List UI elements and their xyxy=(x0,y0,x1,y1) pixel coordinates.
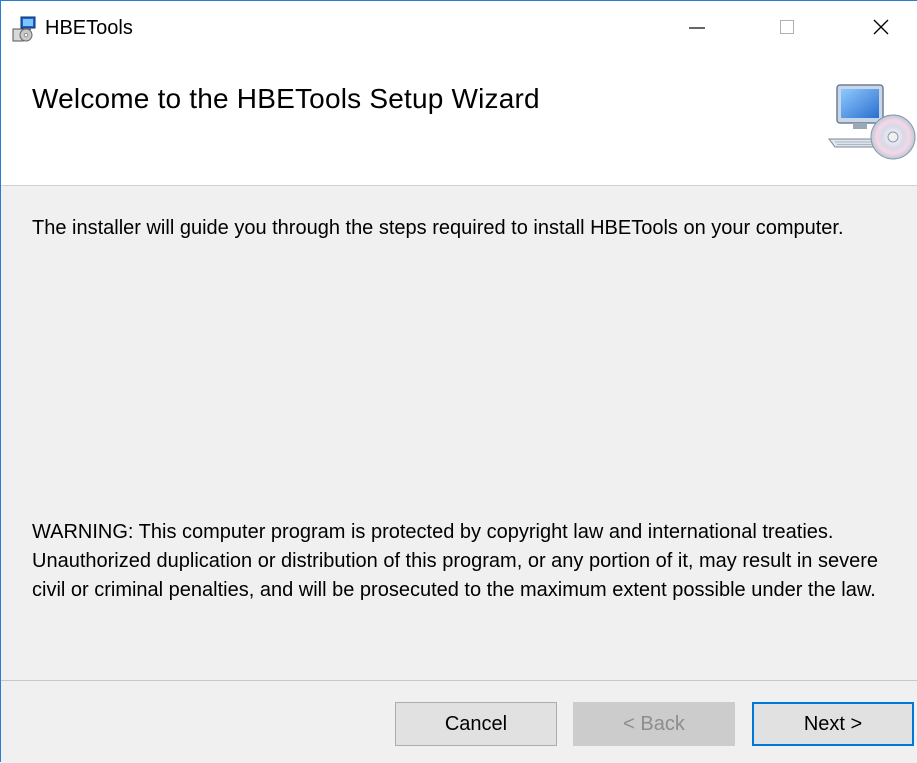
window-title: HBETools xyxy=(45,17,133,39)
setup-wizard-window: HBETools Welcome to the HBETools Setup W… xyxy=(0,0,917,763)
intro-text: The installer will guide you through the… xyxy=(32,217,844,239)
close-button[interactable] xyxy=(851,1,911,57)
maximize-icon xyxy=(777,17,797,42)
maximize-button[interactable] xyxy=(757,1,817,57)
wizard-header: Welcome to the HBETools Setup Wizard xyxy=(1,57,917,186)
back-button[interactable]: < Back xyxy=(573,702,735,746)
close-icon xyxy=(871,17,891,42)
installer-app-icon xyxy=(11,15,39,43)
page-title: Welcome to the HBETools Setup Wizard xyxy=(32,83,540,114)
title-bar[interactable]: HBETools xyxy=(1,1,917,57)
minimize-button[interactable] xyxy=(667,1,727,57)
copyright-warning-text: WARNING: This computer program is protec… xyxy=(32,521,878,601)
next-button[interactable]: Next > xyxy=(752,702,914,746)
wizard-content: The installer will guide you through the… xyxy=(1,186,917,680)
computer-cd-icon xyxy=(827,81,917,163)
wizard-footer: Cancel < Back Next > xyxy=(1,681,917,763)
minimize-icon xyxy=(687,17,707,42)
cancel-button[interactable]: Cancel xyxy=(395,702,557,746)
